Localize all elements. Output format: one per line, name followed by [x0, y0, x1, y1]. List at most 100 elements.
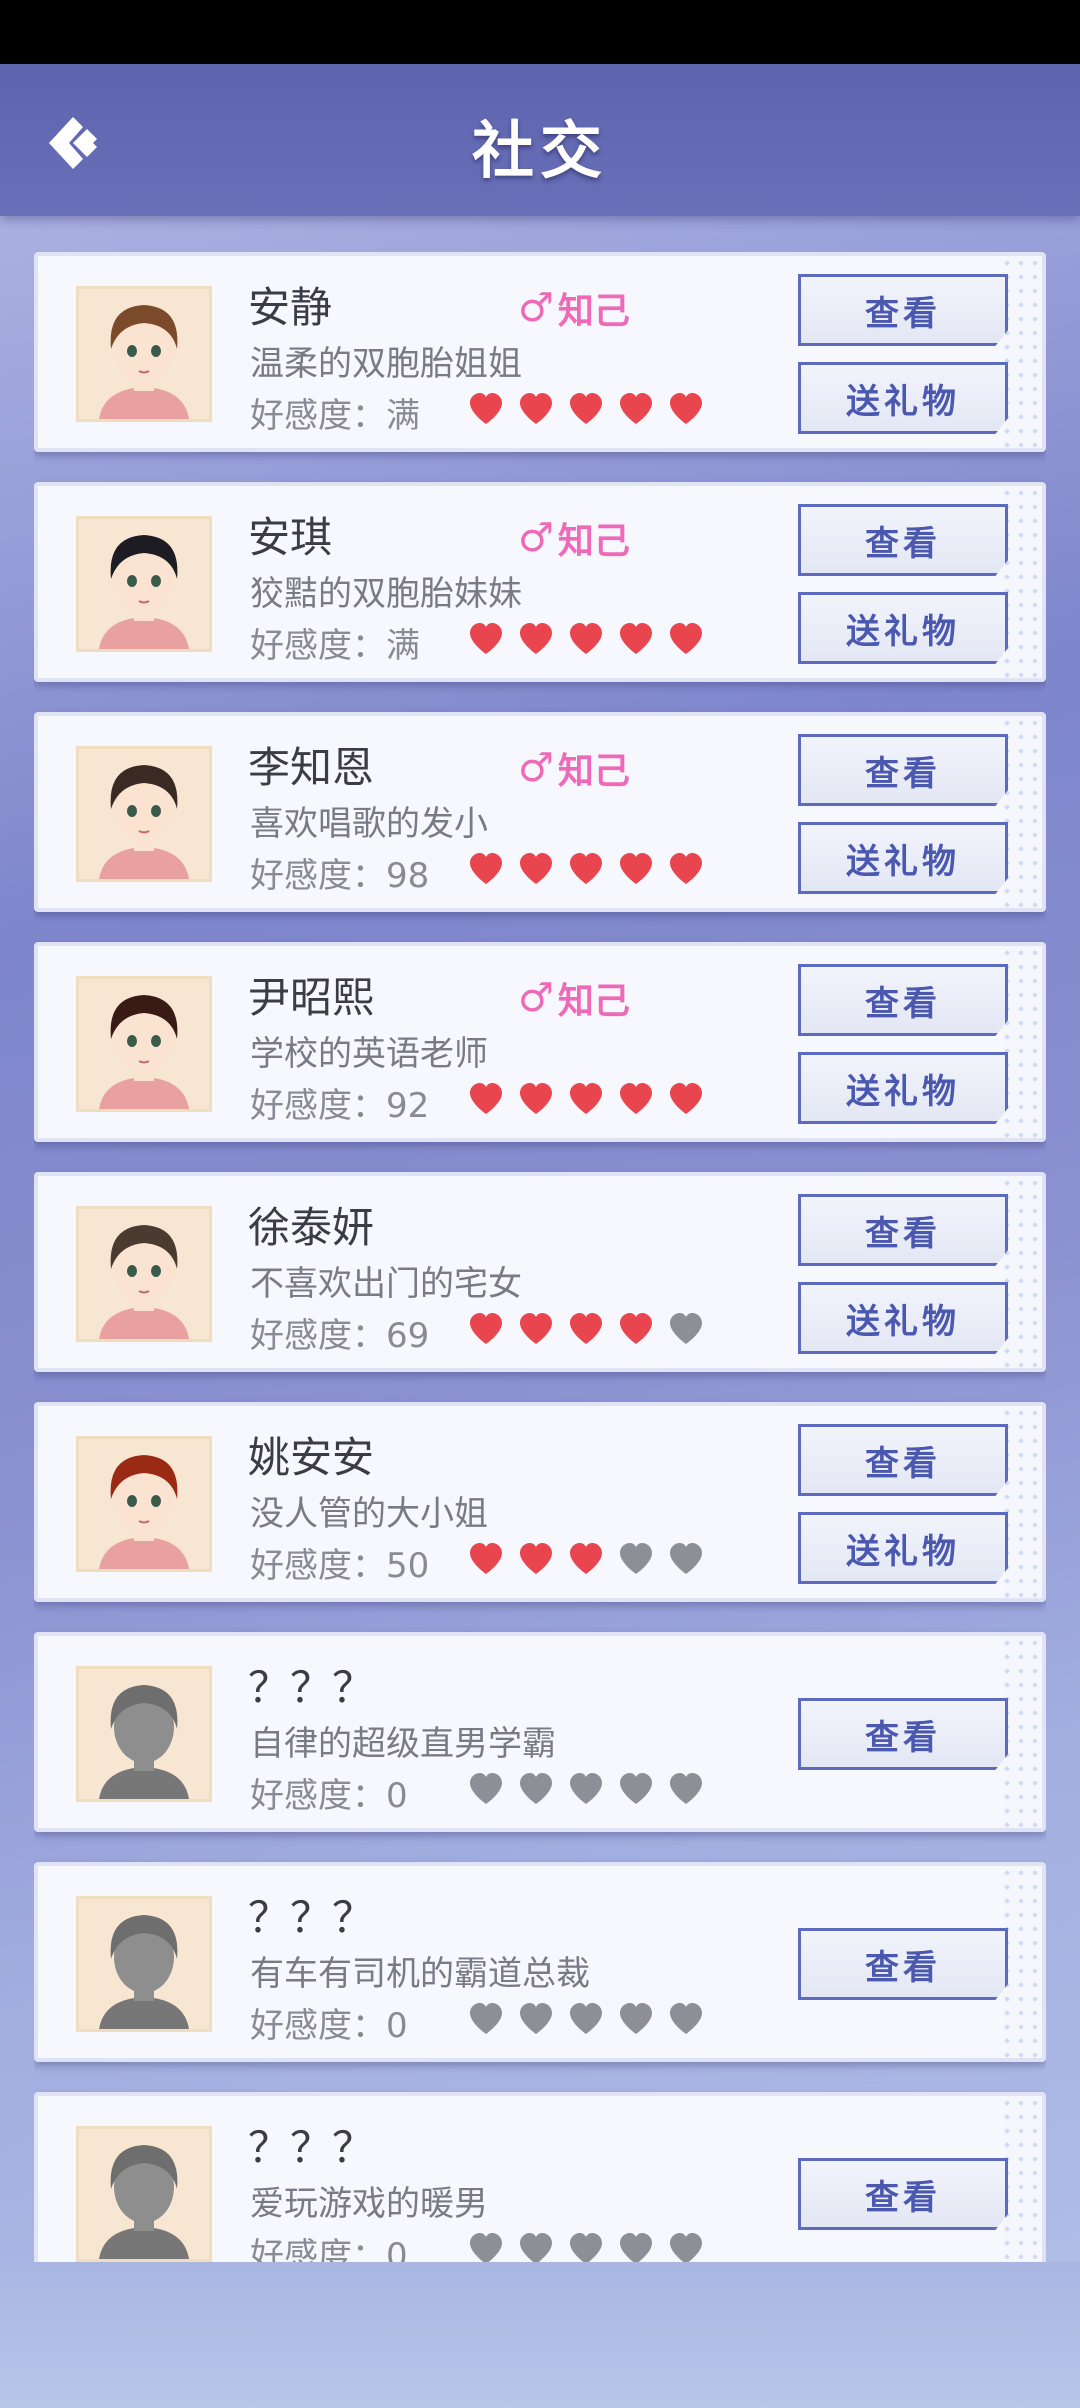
affinity-hearts — [468, 1312, 704, 1346]
header-bar: 社交 — [0, 64, 1080, 216]
send-gift-button[interactable]: 送礼物 — [798, 1052, 1008, 1124]
affinity-label: 好感度：0 — [250, 2006, 408, 2046]
character-avatar — [76, 516, 212, 652]
page-title: 社交 — [471, 114, 608, 187]
affinity-hearts — [468, 2002, 704, 2036]
view-button[interactable]: 查看 — [798, 734, 1008, 806]
character-card: 李知恩 ♂ 知己 喜欢唱歌的发小 好感度：98 查看送礼物 — [34, 712, 1046, 912]
heart-empty-icon — [470, 1773, 502, 1804]
heart-filled-icon — [470, 1313, 502, 1344]
send-gift-button[interactable]: 送礼物 — [798, 822, 1008, 894]
character-card: 安静 ♂ 知己温柔的双胞胎姐姐 好感度：满 查看送礼物 — [34, 252, 1046, 452]
heart-empty-icon — [670, 1543, 702, 1574]
heart-empty-icon — [570, 2003, 602, 2034]
affinity-label: 好感度：0 — [250, 2236, 408, 2262]
heart-empty-icon — [620, 2003, 652, 2034]
confidant-label: 知己 — [557, 291, 630, 332]
send-gift-button[interactable]: 送礼物 — [798, 1512, 1008, 1584]
send-gift-button[interactable]: 送礼物 — [798, 1282, 1008, 1354]
view-button[interactable]: 查看 — [798, 504, 1008, 576]
heart-empty-icon — [520, 2003, 552, 2034]
character-name: 安静 — [248, 283, 333, 332]
character-description: 喜欢唱歌的发小 — [250, 804, 488, 844]
affinity-hearts — [468, 392, 704, 426]
character-list[interactable]: 安静 ♂ 知己 温柔的双胞胎姐姐 好感度：满 查看 送礼物 安琪 ♂ 知己 狡黠的双胞胎妹妹 好感度：… — [34, 252, 1046, 2262]
affinity-label: 好感度：满 — [250, 626, 420, 666]
heart-filled-icon — [570, 853, 602, 884]
heart-filled-icon — [670, 853, 702, 884]
heart-empty-icon — [470, 2003, 502, 2034]
view-button[interactable]: 查看 — [798, 274, 1008, 346]
heart-filled-icon — [520, 853, 552, 884]
character-description: 学校的英语老师 — [250, 1034, 488, 1074]
heart-filled-icon — [670, 623, 702, 654]
confidant-badge: ♂ 知己 — [518, 282, 630, 334]
character-card: ？？？ 爱玩游戏的暖男好感度：0 查看 — [34, 2092, 1046, 2262]
character-description: 不喜欢出门的宅女 — [250, 1264, 522, 1304]
heart-empty-icon — [670, 1313, 702, 1344]
affinity-label: 好感度：92 — [250, 1086, 430, 1126]
heart-filled-icon — [470, 853, 502, 884]
affinity-label: 好感度：50 — [250, 1546, 430, 1586]
heart-filled-icon — [520, 1083, 552, 1114]
heart-filled-icon — [620, 393, 652, 424]
affinity-label: 好感度：满 — [250, 396, 420, 436]
heart-filled-icon — [570, 623, 602, 654]
view-button[interactable]: 查看 — [798, 964, 1008, 1036]
heart-empty-icon — [520, 1773, 552, 1804]
character-card: 徐泰妍 不喜欢出门的宅女 好感度：69 查看 送礼物 — [34, 1172, 1046, 1372]
character-avatar — [76, 2126, 212, 2262]
confidant-icon: ♂ — [518, 975, 554, 1021]
affinity-hearts — [468, 1772, 704, 1806]
heart-filled-icon — [520, 1543, 552, 1574]
character-name: 安琪 — [248, 513, 333, 562]
character-description: 没人管的大小姐 — [250, 1494, 488, 1534]
heart-filled-icon — [520, 623, 552, 654]
confidant-badge: ♂ 知己 — [518, 512, 630, 564]
heart-filled-icon — [620, 623, 652, 654]
confidant-badge: ♂ 知己 — [518, 742, 630, 794]
character-avatar — [76, 286, 212, 422]
heart-filled-icon — [570, 1543, 602, 1574]
character-name: 李知恩 — [248, 743, 375, 792]
heart-filled-icon — [620, 1083, 652, 1114]
affinity-hearts — [468, 852, 704, 886]
heart-filled-icon — [670, 1083, 702, 1114]
character-description: 温柔的双胞胎姐姐 — [250, 344, 522, 384]
character-name: 尹昭熙 — [248, 973, 375, 1022]
status-bar — [0, 0, 1080, 64]
heart-empty-icon — [570, 2233, 602, 2262]
affinity-label: 好感度：98 — [250, 856, 430, 896]
heart-empty-icon — [620, 2233, 652, 2262]
heart-filled-icon — [470, 1083, 502, 1114]
character-name: 徐泰妍 — [248, 1203, 375, 1252]
affinity-hearts — [468, 1082, 704, 1116]
view-button[interactable]: 查看 — [798, 1698, 1008, 1770]
character-card: ？？？ 自律的超级直男学霸 好感度：0 查看 — [34, 1632, 1046, 1832]
heart-filled-icon — [620, 1313, 652, 1344]
send-gift-button[interactable]: 送礼物 — [798, 362, 1008, 434]
heart-empty-icon — [670, 2233, 702, 2262]
heart-filled-icon — [570, 1083, 602, 1114]
affinity-hearts — [468, 622, 704, 656]
confidant-icon: ♂ — [518, 745, 554, 791]
character-name: ？？？ — [248, 2123, 375, 2172]
view-button[interactable]: 查看 — [798, 1424, 1008, 1496]
view-button[interactable]: 查看 — [798, 2158, 1008, 2230]
heart-filled-icon — [670, 393, 702, 424]
character-card: 尹昭熙 ♂ 知己学校的英语老师 好感度：92 查看送礼物 — [34, 942, 1046, 1142]
character-avatar — [76, 1436, 212, 1572]
bottom-area — [0, 2262, 1080, 2408]
character-avatar — [76, 1206, 212, 1342]
character-name: ？？？ — [248, 1663, 375, 1712]
character-avatar — [76, 1896, 212, 2032]
heart-filled-icon — [570, 1313, 602, 1344]
heart-empty-icon — [570, 1773, 602, 1804]
view-button[interactable]: 查看 — [798, 1928, 1008, 2000]
heart-empty-icon — [620, 1543, 652, 1574]
view-button[interactable]: 查看 — [798, 1194, 1008, 1266]
character-description: 爱玩游戏的暖男 — [250, 2184, 488, 2224]
send-gift-button[interactable]: 送礼物 — [798, 592, 1008, 664]
confidant-label: 知己 — [557, 981, 630, 1022]
heart-empty-icon — [470, 2233, 502, 2262]
